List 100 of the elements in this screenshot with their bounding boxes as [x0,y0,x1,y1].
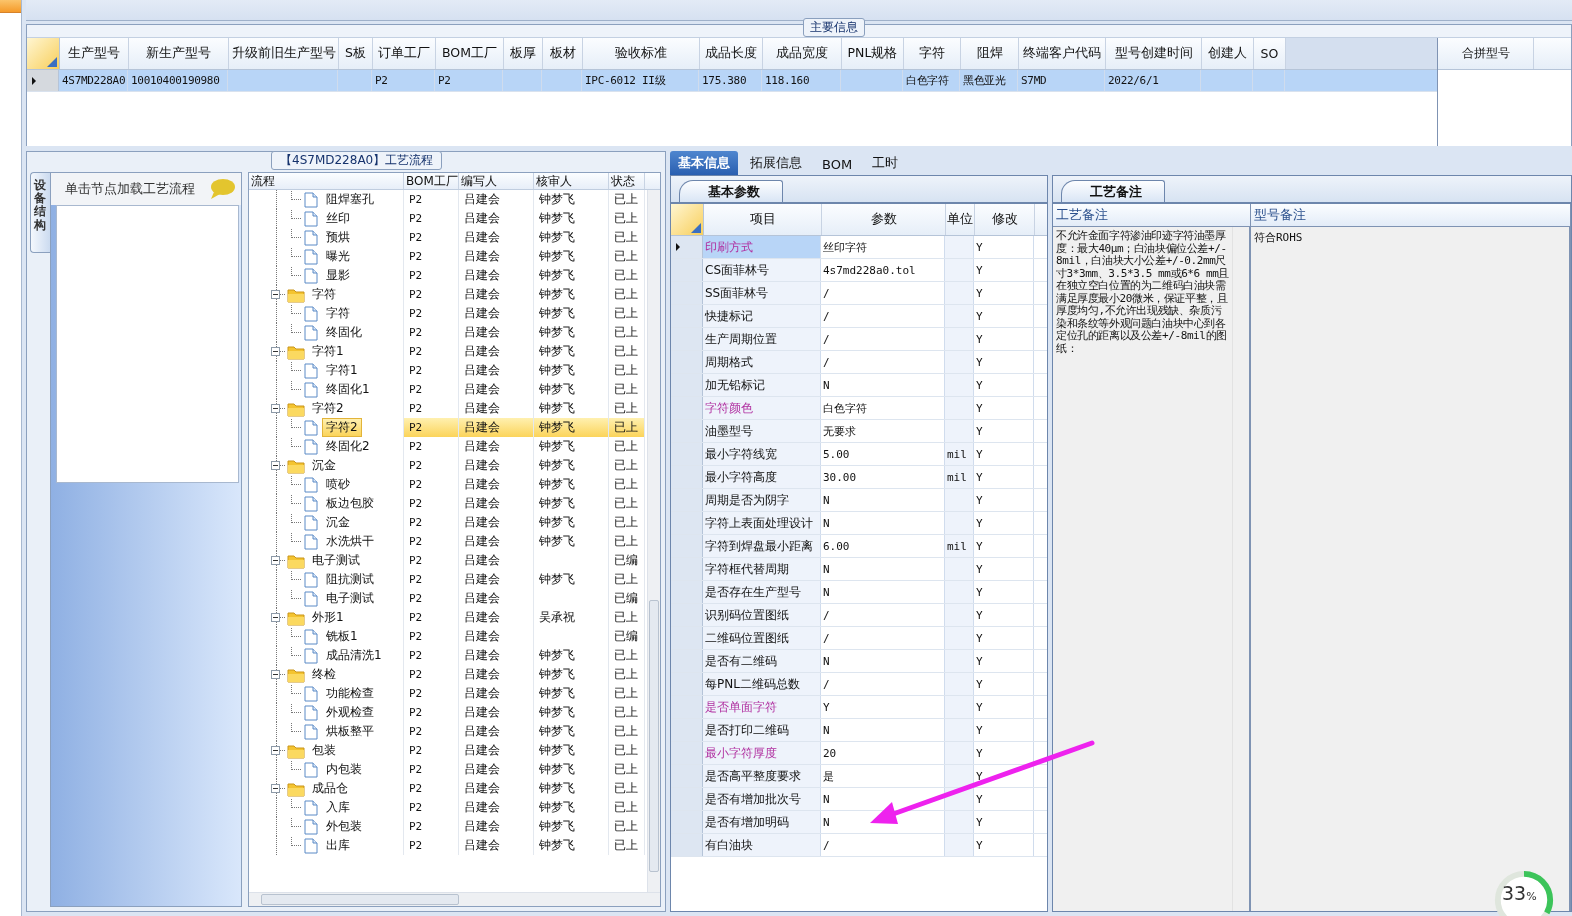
tab[interactable]: 拓展信息 [742,151,810,175]
tree-node[interactable]: 字符1 [323,362,361,379]
grid-corner[interactable] [27,38,60,69]
folder-icon [287,609,305,626]
column-header[interactable]: PNL规格 [842,38,904,69]
column-header[interactable]: 流程 [249,173,404,189]
tree-node[interactable]: 板边包胶 [323,495,377,512]
collapse-button[interactable] [271,556,280,565]
column-header[interactable]: 核审人 [534,173,609,189]
table-cell: P2 [404,836,459,855]
tree-node[interactable]: 成品清洗1 [323,647,385,664]
column-header[interactable]: 板厚 [504,38,543,69]
tree-node[interactable]: 水洗烘干 [323,533,377,550]
collapse-button[interactable] [271,290,280,299]
collapse-button[interactable] [271,613,280,622]
table-cell: 吕建会 [459,551,534,570]
tree-node[interactable]: 字符2 [323,419,361,436]
column-header[interactable]: 验收标准 [583,38,700,69]
tab[interactable]: 工艺备注 [1061,180,1165,202]
collapse-button[interactable] [271,347,280,356]
table-cell: P2 [404,684,459,703]
column-header[interactable]: 创建人 [1202,38,1254,69]
tree-node[interactable]: 电子测试 [323,590,377,607]
column-header[interactable]: 状态 [609,173,645,189]
tree-node[interactable]: 电子测试 [309,552,363,569]
collapse-button[interactable] [271,784,280,793]
tree-node[interactable]: 终检 [309,666,339,683]
column-header[interactable]: 阻焊 [961,38,1019,69]
tree-node[interactable]: 预烘 [323,229,353,246]
table-cell: 是否单面字符 [703,696,821,718]
tree-node[interactable]: 烘板整平 [323,723,377,740]
table-cell: 118.160 [762,70,841,91]
column-header[interactable]: S板 [339,38,373,69]
group-title: 主要信息 [803,18,865,37]
corner-triangle-icon [47,57,57,67]
tree-node[interactable]: 喷砂 [323,476,353,493]
collapse-button[interactable] [271,404,280,413]
tree-node[interactable]: 字符 [309,286,339,303]
row-indicator[interactable] [27,70,59,91]
tree-node[interactable]: 字符1 [309,343,347,360]
document-icon [304,324,318,341]
row-indicator[interactable] [671,236,703,258]
column-header[interactable]: 字符 [904,38,961,69]
tab[interactable]: 基本参数 [679,180,783,202]
tree-node[interactable]: 沉金 [309,457,339,474]
column-header[interactable]: 参数 [822,204,946,235]
horizontal-scrollbar[interactable] [249,892,660,906]
table-cell: 最小字符厚度 [703,742,821,764]
column-header[interactable]: 新生产型号 [129,38,229,69]
document-icon [304,628,318,645]
column-header[interactable]: 型号备注 [1251,204,1571,226]
tree-node[interactable]: 外观检查 [323,704,377,721]
tree-node[interactable]: 曝光 [323,248,353,265]
column-header[interactable]: 成品长度 [700,38,763,69]
tree-node[interactable]: 终固化1 [323,381,373,398]
column-header[interactable]: BOM工厂 [404,173,459,189]
collapse-button[interactable] [271,746,280,755]
column-header[interactable]: BOM工厂 [436,38,504,69]
column-header[interactable]: 工艺备注 [1053,204,1251,226]
tree-line [291,437,301,447]
tree-node[interactable]: 内包装 [323,761,365,778]
column-header[interactable]: 编写人 [459,173,534,189]
column-header[interactable]: 项目 [704,204,822,235]
vertical-scrollbar[interactable] [647,190,660,892]
tab[interactable]: 基本信息 [670,151,738,175]
tree-node[interactable]: 终固化2 [323,438,373,455]
column-header[interactable]: 板材 [543,38,583,69]
tree-node[interactable]: 功能检查 [323,685,377,702]
tree-node[interactable]: 阻焊塞孔 [323,191,377,208]
tree-node[interactable]: 沉金 [323,514,353,531]
table-cell: Y [974,765,1034,787]
tree-node[interactable]: 字符2 [309,400,347,417]
vertical-tab[interactable]: 设备结构 [30,172,51,253]
tree-node[interactable]: 包装 [309,742,339,759]
tab[interactable]: BOM [814,154,861,175]
column-header[interactable]: 成品宽度 [763,38,842,69]
row-indicator[interactable] [671,834,703,856]
column-header[interactable]: 订单工厂 [373,38,436,69]
tab[interactable]: 工时 [864,151,907,175]
tree-node[interactable]: 终固化 [323,324,365,341]
document-icon [304,191,318,208]
tree-node[interactable]: 外包装 [323,818,365,835]
tree-node[interactable]: 阻抗测试 [323,571,377,588]
tree-node[interactable]: 字符 [323,305,353,322]
tree-node[interactable]: 入库 [323,799,353,816]
column-header[interactable]: 型号创建时间 [1106,38,1202,69]
tree-node[interactable]: 出库 [323,837,353,854]
tree-node[interactable]: 显影 [323,267,353,284]
column-header[interactable]: 单位 [946,204,975,235]
tree-node[interactable]: 铣板1 [323,628,361,645]
collapse-button[interactable] [271,461,280,470]
tree-node[interactable]: 丝印 [323,210,353,227]
column-header[interactable]: 终端客户代码 [1019,38,1106,69]
grid-corner[interactable] [671,204,704,235]
tree-node[interactable]: 成品仓 [309,780,351,797]
tree-node[interactable]: 外形1 [309,609,347,626]
column-header[interactable]: 生产型号 [60,38,129,69]
column-header[interactable]: 修改 [975,204,1035,235]
collapse-button[interactable] [271,670,280,679]
column-header[interactable]: 升级前旧生产型号 [229,38,339,69]
